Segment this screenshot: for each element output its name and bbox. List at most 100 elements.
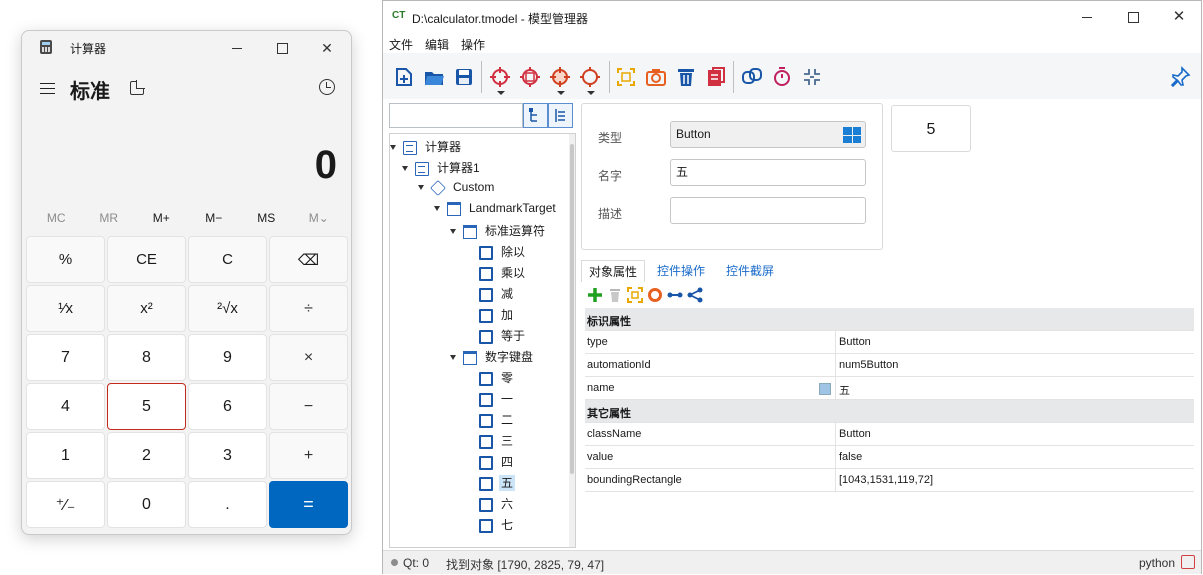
link-icon[interactable] bbox=[741, 66, 763, 88]
expand-toggle-icon[interactable] bbox=[390, 145, 396, 151]
tree-node[interactable]: 六 bbox=[466, 495, 515, 515]
capture-image-icon[interactable] bbox=[519, 66, 541, 88]
timer-icon[interactable] bbox=[771, 66, 793, 88]
tree-node[interactable]: 计算器1 bbox=[402, 159, 482, 179]
collapse-icon[interactable] bbox=[801, 66, 823, 88]
equals-button[interactable]: = bbox=[269, 481, 348, 528]
tab-object-properties[interactable]: 对象属性 bbox=[581, 260, 646, 282]
expand-toggle-icon[interactable] bbox=[450, 229, 456, 235]
five-button[interactable]: 5 bbox=[107, 383, 186, 430]
connect-icon[interactable] bbox=[667, 287, 683, 303]
menu-file[interactable]: 文件 bbox=[389, 36, 413, 53]
plus-button[interactable]: + bbox=[269, 432, 348, 479]
tree-node[interactable]: 减 bbox=[466, 285, 515, 305]
delete-property-icon[interactable] bbox=[607, 287, 623, 303]
memory-subtract-button[interactable]: M− bbox=[188, 211, 241, 229]
tree-node[interactable]: 七 bbox=[466, 516, 515, 536]
tree-node[interactable]: 等于 bbox=[466, 327, 527, 347]
memory-clear-button[interactable]: MC bbox=[30, 211, 83, 229]
tree-node[interactable]: 数字键盘 bbox=[450, 348, 535, 368]
seven-button[interactable]: 7 bbox=[26, 334, 105, 381]
percent-button[interactable]: % bbox=[26, 236, 105, 283]
highlight-icon[interactable] bbox=[627, 287, 643, 303]
tree-node[interactable]: 三 bbox=[466, 432, 515, 452]
tree-node[interactable]: 计算器 bbox=[390, 138, 463, 158]
tree-node[interactable]: 加 bbox=[466, 306, 515, 326]
minimize-button[interactable] bbox=[1072, 6, 1102, 28]
grid-row[interactable]: automationId num5Button bbox=[585, 354, 1194, 377]
close-button[interactable]: ✕ bbox=[1164, 6, 1194, 28]
property-value[interactable]: 五 bbox=[839, 382, 850, 398]
history-icon[interactable] bbox=[319, 79, 335, 95]
divide-button[interactable]: ÷ bbox=[269, 285, 348, 332]
three-button[interactable]: 3 bbox=[188, 432, 267, 479]
memory-store-button[interactable]: MS bbox=[240, 211, 293, 229]
tab-control-screenshot[interactable]: 控件截屏 bbox=[719, 260, 781, 282]
collapse-all-icon[interactable] bbox=[548, 103, 573, 128]
tree-node[interactable]: Custom bbox=[418, 179, 496, 200]
model-tree[interactable]: 计算器 计算器1 Custom LandmarkTarget 标准运算符 除以 乘以减加等于… bbox=[389, 133, 576, 548]
reciprocal-button[interactable]: ¹⁄x bbox=[26, 285, 105, 332]
tree-node[interactable]: 标准运算符 bbox=[450, 222, 547, 242]
property-value[interactable]: Button bbox=[839, 428, 871, 440]
add-property-icon[interactable] bbox=[587, 287, 603, 303]
tab-control-actions[interactable]: 控件操作 bbox=[650, 260, 712, 282]
one-button[interactable]: 1 bbox=[26, 432, 105, 479]
nine-button[interactable]: 9 bbox=[188, 334, 267, 381]
python-indicator-icon[interactable] bbox=[1181, 555, 1195, 569]
close-button[interactable]: ✕ bbox=[312, 37, 342, 59]
keep-on-top-icon[interactable] bbox=[130, 80, 145, 95]
save-icon[interactable] bbox=[453, 66, 475, 88]
minus-button[interactable]: − bbox=[269, 383, 348, 430]
screenshot-region-icon[interactable] bbox=[615, 66, 637, 88]
dropdown-arrow-icon[interactable] bbox=[557, 91, 565, 95]
grid-row[interactable]: boundingRectangle [1043,1531,119,72] bbox=[585, 469, 1194, 492]
property-value[interactable]: num5Button bbox=[839, 359, 898, 371]
two-button[interactable]: 2 bbox=[107, 432, 186, 479]
tree-node[interactable]: 除以 bbox=[466, 243, 527, 263]
camera-icon[interactable] bbox=[645, 66, 667, 88]
capture-web-icon[interactable] bbox=[549, 66, 571, 88]
menu-edit[interactable]: 编辑 bbox=[425, 36, 449, 53]
zero-button[interactable]: 0 bbox=[107, 481, 186, 528]
new-file-icon[interactable] bbox=[393, 66, 415, 88]
dropdown-arrow-icon[interactable] bbox=[497, 91, 505, 95]
property-value[interactable]: Button bbox=[839, 336, 871, 348]
square-button[interactable]: x² bbox=[107, 285, 186, 332]
clear-button[interactable]: C bbox=[188, 236, 267, 283]
clear-entry-button[interactable]: CE bbox=[107, 236, 186, 283]
multiply-button[interactable]: × bbox=[269, 334, 348, 381]
six-button[interactable]: 6 bbox=[188, 383, 267, 430]
name-field[interactable]: 五 bbox=[670, 159, 866, 186]
open-folder-icon[interactable] bbox=[423, 66, 445, 88]
tree-node[interactable]: 五 bbox=[466, 474, 516, 494]
expand-toggle-icon[interactable] bbox=[450, 355, 456, 361]
refresh-icon[interactable] bbox=[647, 287, 663, 303]
expand-toggle-icon[interactable] bbox=[418, 185, 424, 191]
hamburger-menu-icon[interactable] bbox=[40, 83, 55, 94]
grid-row[interactable]: name 五 bbox=[585, 377, 1194, 400]
tree-node[interactable]: 二 bbox=[466, 411, 515, 431]
tree-node[interactable]: 乘以 bbox=[466, 264, 527, 284]
decimal-button[interactable]: . bbox=[188, 481, 267, 528]
expand-toggle-icon[interactable] bbox=[434, 206, 440, 212]
tree-node[interactable]: 四 bbox=[466, 453, 515, 473]
expand-all-icon[interactable] bbox=[523, 103, 548, 128]
eight-button[interactable]: 8 bbox=[107, 334, 186, 381]
capture-target-icon[interactable] bbox=[489, 66, 511, 88]
tree-scrollbar[interactable] bbox=[569, 134, 575, 547]
tree-node[interactable]: 一 bbox=[466, 390, 515, 410]
tree-node[interactable]: LandmarkTarget bbox=[434, 201, 558, 221]
negate-button[interactable]: ⁺⁄₋ bbox=[26, 481, 105, 528]
grid-row[interactable]: type Button bbox=[585, 331, 1194, 354]
clear-cache-icon[interactable] bbox=[705, 66, 727, 88]
property-value[interactable]: false bbox=[839, 451, 862, 463]
maximize-button[interactable] bbox=[1118, 6, 1148, 28]
maximize-button[interactable] bbox=[267, 37, 297, 59]
backspace-button[interactable]: ⌫ bbox=[269, 236, 348, 283]
expand-toggle-icon[interactable] bbox=[402, 166, 408, 172]
minimize-button[interactable] bbox=[222, 37, 252, 59]
grid-row[interactable]: value false bbox=[585, 446, 1194, 469]
menu-operate[interactable]: 操作 bbox=[461, 36, 485, 53]
share-icon[interactable] bbox=[687, 287, 703, 303]
